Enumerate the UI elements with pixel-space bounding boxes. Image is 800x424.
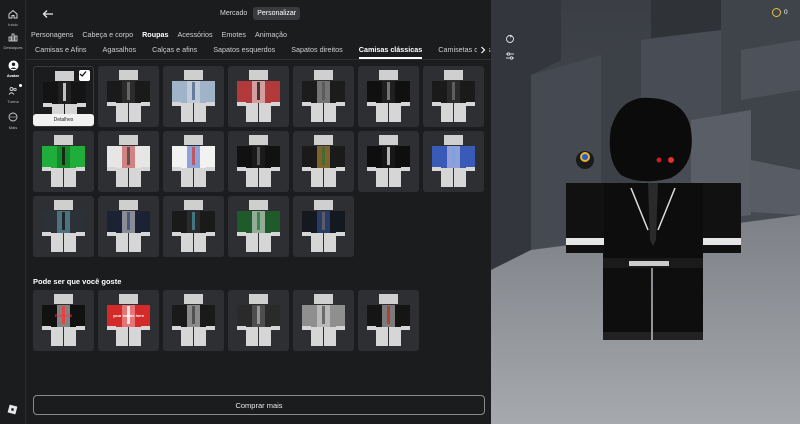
shirt-print-text: your words here <box>113 313 145 318</box>
category-tab[interactable]: Animação <box>255 30 287 39</box>
recommended-shirt-tile[interactable] <box>358 290 419 351</box>
roblox-logo-icon[interactable] <box>7 404 18 415</box>
nav-rail: Início Destaques Avatar Turma Mais <box>0 0 26 424</box>
scroll-right-button[interactable] <box>477 44 489 56</box>
recommend-title: Pode ser que você goste <box>33 277 122 286</box>
subcategory-tab[interactable]: Sapatos direitos <box>291 45 343 59</box>
more-icon <box>7 111 19 123</box>
nav-charts-label: Destaques <box>3 45 23 50</box>
shirt-print-text: ROBLOX <box>55 313 72 318</box>
shirt-tile[interactable] <box>98 131 159 192</box>
shirt-tile[interactable] <box>293 66 354 127</box>
shirt-tile[interactable] <box>293 196 354 257</box>
nav-friends-label: Turma <box>7 99 19 104</box>
category-tab[interactable]: Acessórios <box>177 30 212 39</box>
nav-home-label: Início <box>8 22 18 27</box>
nav-friends[interactable]: Turma <box>0 84 26 104</box>
back-button[interactable] <box>40 6 56 22</box>
subcategory-bar: Camisas e Afins Agasalhos Calças e afins… <box>26 42 491 60</box>
charts-icon <box>7 31 19 43</box>
shirt-tile[interactable] <box>228 131 289 192</box>
home-icon <box>7 8 19 20</box>
shirt-tile[interactable] <box>98 66 159 127</box>
recommended-shirt-tile[interactable] <box>228 290 289 351</box>
nav-avatar-label: Avatar <box>6 73 20 78</box>
avatar-icon <box>7 59 19 71</box>
shirt-tile[interactable] <box>423 66 484 127</box>
camera-button[interactable] <box>503 32 517 46</box>
details-button[interactable]: Detalhes <box>33 114 94 126</box>
shirt-tile[interactable] <box>228 196 289 257</box>
robux-amount: 0 <box>784 9 788 16</box>
view-toggle: Mercado Personalizar <box>216 7 301 20</box>
marketplace-tab[interactable]: Mercado <box>216 7 251 20</box>
shirt-tile[interactable] <box>33 131 94 192</box>
robux-icon <box>772 8 781 17</box>
nav-home[interactable]: Início <box>0 8 26 27</box>
shirt-tile[interactable] <box>163 196 224 257</box>
avatar-preview-scene[interactable] <box>491 0 800 424</box>
shirt-tile[interactable] <box>33 196 94 257</box>
rotate-icon <box>506 34 514 43</box>
category-tab[interactable]: Cabeça e corpo <box>82 30 133 39</box>
shirt-tile[interactable] <box>163 66 224 127</box>
friends-icon <box>7 85 19 97</box>
shirt-tile[interactable] <box>293 131 354 192</box>
category-tab-active[interactable]: Roupas <box>142 30 168 39</box>
nav-more[interactable]: Mais <box>0 111 26 130</box>
notification-dot <box>19 84 22 87</box>
nav-charts[interactable]: Destaques <box>0 31 26 50</box>
checkmark-icon <box>79 70 90 81</box>
settings-button[interactable] <box>503 49 517 63</box>
category-tabs: Personagens Cabeça e corpo Roupas Acessó… <box>31 30 287 39</box>
recommended-shirt-tile[interactable]: your words here <box>98 290 159 351</box>
subcategory-tab[interactable]: Calças e afins <box>152 45 197 59</box>
sliders-icon <box>506 52 514 60</box>
shirt-tile[interactable] <box>98 196 159 257</box>
subcategory-tab[interactable]: Sapatos esquerdos <box>213 45 275 59</box>
subcategory-tab[interactable]: Agasalhos <box>103 45 137 59</box>
shirt-tile[interactable] <box>358 131 419 192</box>
category-tab[interactable]: Personagens <box>31 30 73 39</box>
recommended-shirt-tile[interactable] <box>293 290 354 351</box>
arrow-left-icon <box>42 10 53 18</box>
nav-more-label: Mais <box>8 125 18 130</box>
chevron-right-icon <box>481 46 486 54</box>
shirt-tile[interactable] <box>358 66 419 127</box>
nav-avatar[interactable]: Avatar <box>0 59 26 78</box>
recommended-shirt-tile[interactable]: ROBLOX <box>33 290 94 351</box>
customize-tab[interactable]: Personalizar <box>253 7 301 20</box>
subcategory-tab[interactable]: Camisas e Afins <box>35 45 87 59</box>
top-bar: Mercado Personalizar <box>26 0 491 28</box>
shirt-tile[interactable] <box>228 66 289 127</box>
shirt-tile[interactable] <box>423 131 484 192</box>
category-tab[interactable]: Emotes <box>222 30 246 39</box>
robux-balance[interactable]: 0 <box>772 8 788 17</box>
recommended-shirt-tile[interactable] <box>163 290 224 351</box>
subcategory-tab-active[interactable]: Camisas clássicas <box>358 45 423 59</box>
buy-more-button[interactable]: Comprar mais <box>33 395 485 415</box>
shirt-tile[interactable] <box>163 131 224 192</box>
